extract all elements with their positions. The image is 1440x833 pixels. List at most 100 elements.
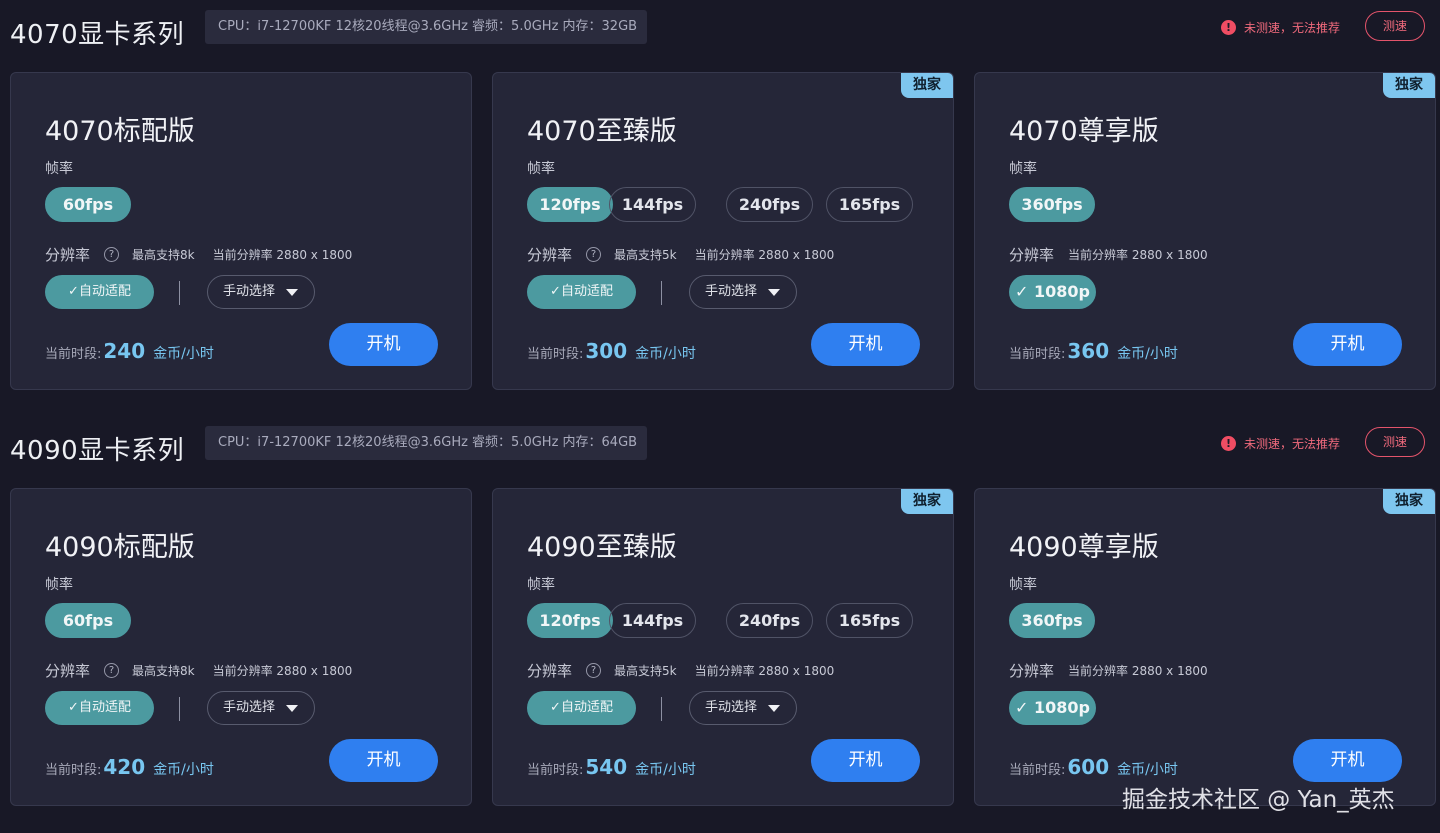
plan-title: 4090标配版 xyxy=(45,532,195,563)
price-value: 300 xyxy=(585,339,628,363)
caret-down-icon xyxy=(286,289,298,296)
fps-option[interactable]: 60fps xyxy=(45,187,131,222)
manual-select-label: 手动选择 xyxy=(705,700,758,715)
resolution-1080p-option[interactable]: ✓ 1080p xyxy=(1009,275,1096,309)
power-on-button[interactable]: 开机 xyxy=(329,323,438,366)
resolution-label: 分辨率 xyxy=(1009,661,1055,680)
series-header: 4090显卡系列 CPU：i7-12700KF 12核20线程@3.6GHz 睿频… xyxy=(0,426,1440,466)
price-unit: 金币/小时 xyxy=(1117,346,1178,362)
fps-option[interactable]: 360fps xyxy=(1009,187,1095,222)
price-label: 当前时段: xyxy=(527,347,584,362)
power-on-button[interactable]: 开机 xyxy=(329,739,438,782)
price-label: 当前时段: xyxy=(1009,347,1066,362)
price-label: 当前时段: xyxy=(1009,763,1066,778)
speed-warning: ! 未测速，无法推荐 xyxy=(1221,433,1340,453)
price-info: 当前时段: 420 金币/小时 xyxy=(45,755,214,785)
fps-option[interactable]: 165fps xyxy=(826,187,913,222)
fps-option[interactable]: 360fps xyxy=(1009,603,1095,638)
auto-adapt-button[interactable]: ✓自动适配 xyxy=(527,275,636,309)
plan-card: 独家 4090至臻版 帧率 120fps 144fps 240fps 165fps 分辨率? 最… xyxy=(492,488,954,806)
price-label: 当前时段: xyxy=(45,763,102,778)
speed-warning-text: 未测速，无法推荐 xyxy=(1244,436,1341,451)
resolution-row: 分辨率? 最高支持8k 当前分辨率 2880 x 1800 xyxy=(45,660,370,680)
price-unit: 金币/小时 xyxy=(1117,762,1178,778)
resolution-row: 分辨率 当前分辨率 2880 x 1800 xyxy=(1009,660,1226,680)
cpu-spec-box: CPU：i7-12700KF 12核20线程@3.6GHz 睿频：5.0GHz … xyxy=(205,426,647,460)
divider xyxy=(179,697,180,721)
resolution-label: 分辨率 xyxy=(45,245,91,264)
exclusive-badge: 独家 xyxy=(1383,73,1435,98)
fps-option[interactable]: 120fps xyxy=(527,187,613,222)
price-info: 当前时段: 540 金币/小时 xyxy=(527,755,696,785)
question-circle-icon[interactable]: ? xyxy=(586,246,602,262)
speed-warning: ! 未测速，无法推荐 xyxy=(1221,17,1340,37)
frame-rate-label: 帧率 xyxy=(45,161,73,177)
manual-select-label: 手动选择 xyxy=(223,284,276,299)
cpu-spec-box: CPU：i7-12700KF 12核20线程@3.6GHz 睿频：5.0GHz … xyxy=(205,10,647,44)
price-info: 当前时段: 360 金币/小时 xyxy=(1009,339,1178,369)
speed-test-button[interactable]: 测速 xyxy=(1365,11,1425,41)
question-circle-icon[interactable]: ? xyxy=(586,662,602,678)
fps-option[interactable]: 240fps xyxy=(726,603,813,638)
fps-option[interactable]: 60fps xyxy=(45,603,131,638)
frame-rate-label: 帧率 xyxy=(1009,161,1037,177)
series-title: 4070显卡系列 xyxy=(10,20,185,50)
current-resolution-text: 当前分辨率 2880 x 1800 xyxy=(1068,663,1208,678)
resolution-row: 分辨率 当前分辨率 2880 x 1800 xyxy=(1009,244,1226,264)
manual-select-dropdown[interactable]: 手动选择 xyxy=(207,691,315,725)
power-on-button[interactable]: 开机 xyxy=(1293,323,1402,366)
fps-option[interactable]: 240fps xyxy=(726,187,813,222)
resolution-label: 分辨率 xyxy=(527,245,573,264)
auto-adapt-button[interactable]: ✓自动适配 xyxy=(527,691,636,725)
plan-title: 4090尊享版 xyxy=(1009,532,1159,563)
plan-card: 独家 4070至臻版 帧率 120fps 144fps 240fps 165fps 分辨率? 最… xyxy=(492,72,954,390)
fps-option[interactable]: 144fps xyxy=(609,603,696,638)
divider xyxy=(661,697,662,721)
price-unit: 金币/小时 xyxy=(635,762,696,778)
speed-test-button[interactable]: 测速 xyxy=(1365,427,1425,457)
price-value: 360 xyxy=(1067,339,1110,363)
price-info: 当前时段: 300 金币/小时 xyxy=(527,339,696,369)
caret-down-icon xyxy=(768,289,780,296)
question-circle-icon[interactable]: ? xyxy=(104,246,120,262)
fps-option[interactable]: 165fps xyxy=(826,603,913,638)
plan-title: 4070至臻版 xyxy=(527,116,677,147)
price-unit: 金币/小时 xyxy=(153,346,214,362)
frame-rate-label: 帧率 xyxy=(1009,577,1037,593)
plan-title: 4070尊享版 xyxy=(1009,116,1159,147)
power-on-button[interactable]: 开机 xyxy=(1293,739,1402,782)
power-on-button[interactable]: 开机 xyxy=(811,323,920,366)
resolution-label: 分辨率 xyxy=(527,661,573,680)
current-resolution-text: 当前分辨率 2880 x 1800 xyxy=(212,663,353,678)
series-header: 4070显卡系列 CPU：i7-12700KF 12核20线程@3.6GHz 睿频… xyxy=(0,10,1440,50)
current-resolution-text: 当前分辨率 2880 x 1800 xyxy=(212,247,353,262)
caret-down-icon xyxy=(768,705,780,712)
price-info: 当前时段: 240 金币/小时 xyxy=(45,339,214,369)
resolution-row: 分辨率? 最高支持5k 当前分辨率 2880 x 1800 xyxy=(527,244,852,264)
price-label: 当前时段: xyxy=(45,347,102,362)
series-title: 4090显卡系列 xyxy=(10,436,185,466)
plan-card: 4070标配版 帧率 60fps 分辨率? 最高支持8k 当前分辨率 2880 x 180… xyxy=(10,72,472,390)
manual-select-dropdown[interactable]: 手动选择 xyxy=(689,275,797,309)
exclusive-badge: 独家 xyxy=(901,489,953,514)
price-unit: 金币/小时 xyxy=(635,346,696,362)
power-on-button[interactable]: 开机 xyxy=(811,739,920,782)
auto-adapt-button[interactable]: ✓自动适配 xyxy=(45,275,154,309)
plan-title: 4070标配版 xyxy=(45,116,195,147)
manual-select-dropdown[interactable]: 手动选择 xyxy=(207,275,315,309)
speed-warning-text: 未测速，无法推荐 xyxy=(1244,20,1341,35)
max-support-text: 最高支持5k xyxy=(614,247,677,262)
question-circle-icon[interactable]: ? xyxy=(104,662,120,678)
price-value: 420 xyxy=(103,755,146,779)
auto-adapt-button[interactable]: ✓自动适配 xyxy=(45,691,154,725)
resolution-1080p-option[interactable]: ✓ 1080p xyxy=(1009,691,1096,725)
resolution-label: 分辨率 xyxy=(45,661,91,680)
caret-down-icon xyxy=(286,705,298,712)
exclamation-circle-icon: ! xyxy=(1221,435,1236,451)
manual-select-dropdown[interactable]: 手动选择 xyxy=(689,691,797,725)
fps-option[interactable]: 120fps xyxy=(527,603,613,638)
price-value: 240 xyxy=(103,339,146,363)
divider xyxy=(661,281,662,305)
resolution-label: 分辨率 xyxy=(1009,245,1055,264)
fps-option[interactable]: 144fps xyxy=(609,187,696,222)
